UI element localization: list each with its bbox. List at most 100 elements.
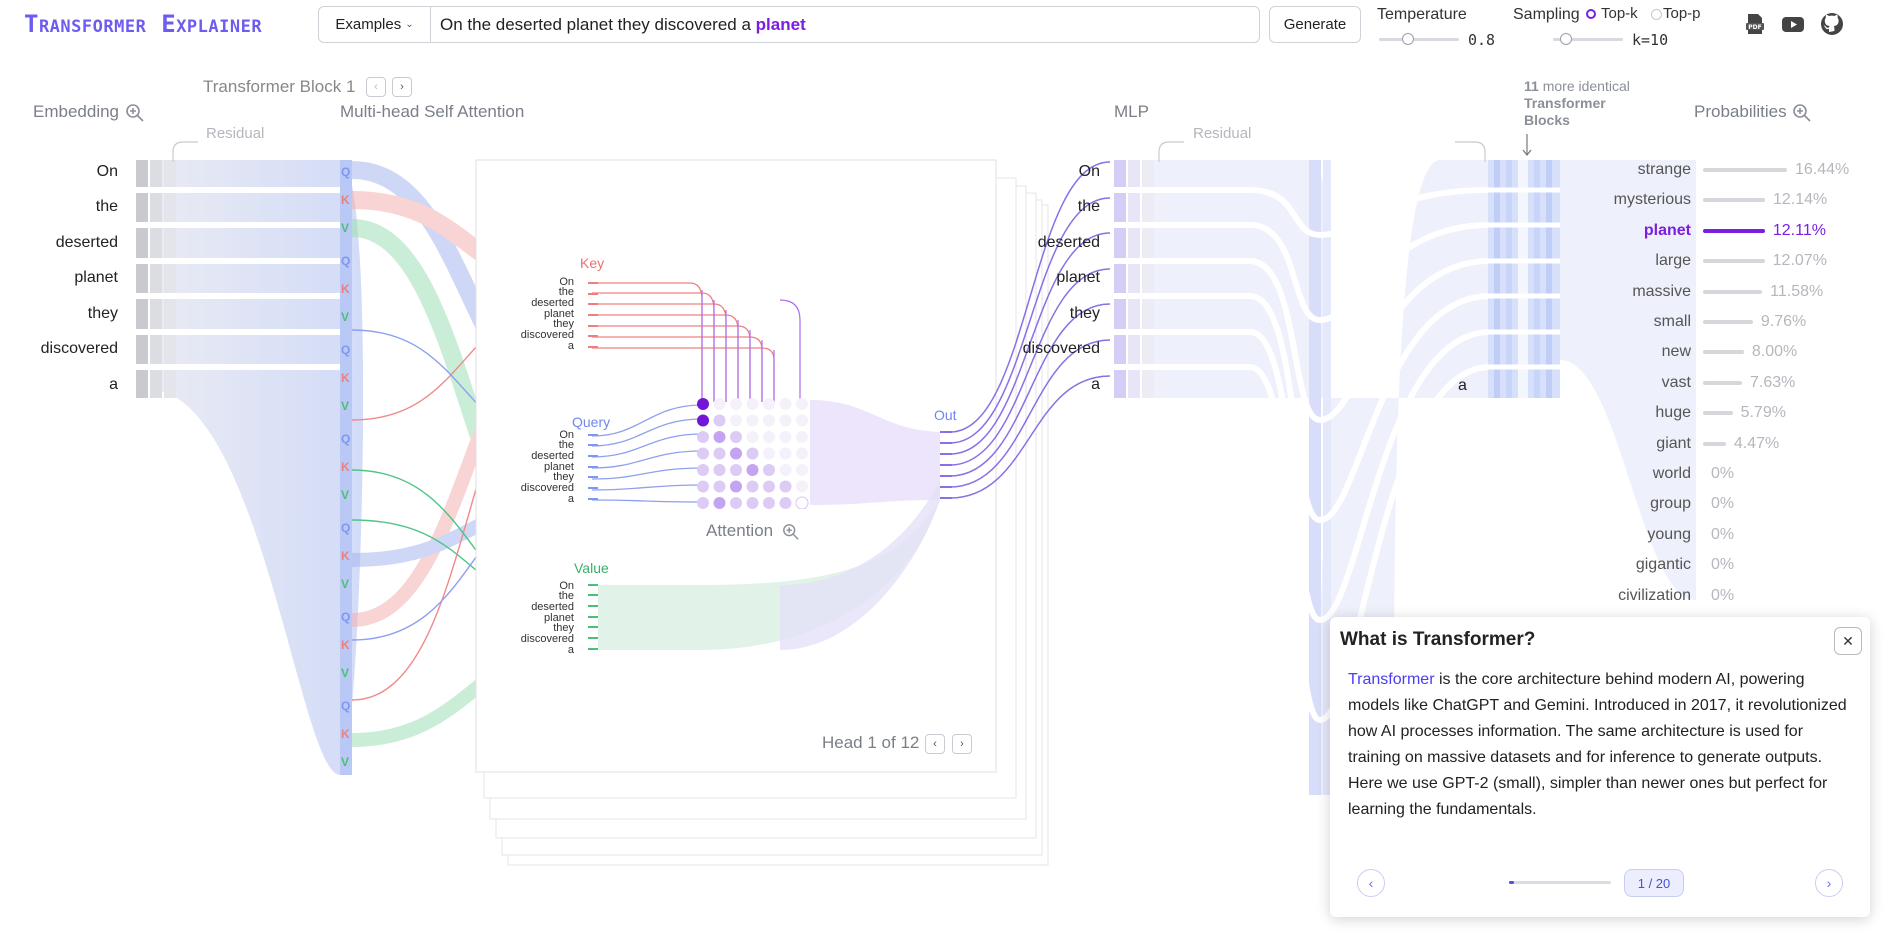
zoom-in-icon[interactable] bbox=[782, 523, 800, 541]
attention-cell[interactable] bbox=[763, 480, 775, 493]
token-3[interactable]: planet bbox=[8, 269, 118, 287]
probability-row[interactable]: vast 7.63% bbox=[1585, 372, 1796, 394]
prev-head-button[interactable]: ‹ bbox=[925, 734, 945, 754]
probability-row[interactable]: small 9.76% bbox=[1585, 311, 1807, 333]
probability-row[interactable]: strange 16.44% bbox=[1585, 159, 1850, 181]
attention-cell[interactable] bbox=[746, 464, 759, 476]
attention-cell[interactable] bbox=[796, 480, 808, 493]
next-step-button[interactable]: › bbox=[1815, 869, 1843, 897]
prev-step-button[interactable]: ‹ bbox=[1357, 869, 1385, 897]
attention-label[interactable]: Attention bbox=[706, 521, 773, 541]
attention-cell[interactable] bbox=[779, 464, 792, 476]
attention-cell[interactable] bbox=[713, 398, 726, 410]
last-block-token[interactable]: a bbox=[1458, 377, 1467, 395]
attention-cell[interactable] bbox=[713, 447, 726, 460]
attention-cell[interactable] bbox=[796, 431, 808, 443]
attention-cell[interactable] bbox=[779, 447, 792, 460]
attention-cell[interactable] bbox=[713, 464, 726, 476]
token-1[interactable]: the bbox=[8, 198, 118, 216]
attention-cell[interactable] bbox=[713, 431, 726, 443]
attention-cell[interactable] bbox=[697, 414, 709, 427]
attention-cell[interactable] bbox=[730, 398, 742, 410]
attention-cell[interactable] bbox=[779, 398, 792, 410]
probability-row[interactable]: massive 11.58% bbox=[1585, 281, 1823, 303]
attention-cell[interactable] bbox=[713, 414, 726, 427]
attention-cell[interactable] bbox=[746, 447, 759, 460]
attention-cell[interactable] bbox=[697, 447, 709, 460]
probability-row[interactable]: gigantic 0% bbox=[1585, 554, 1734, 576]
attention-cell[interactable] bbox=[796, 414, 808, 427]
q-label: Q bbox=[341, 699, 351, 713]
attention-cell[interactable] bbox=[730, 497, 742, 509]
probability-row[interactable]: young 0% bbox=[1585, 524, 1734, 546]
attention-cell[interactable] bbox=[730, 414, 742, 427]
v-label: V bbox=[341, 221, 350, 235]
probability-row[interactable]: mysterious 12.14% bbox=[1585, 189, 1828, 211]
attention-cell[interactable] bbox=[697, 497, 709, 509]
next-head-button[interactable]: › bbox=[952, 734, 972, 754]
mlp-token-6[interactable]: a bbox=[980, 376, 1100, 394]
attention-cell[interactable] bbox=[697, 431, 709, 443]
attention-cell[interactable] bbox=[763, 414, 775, 427]
probability-value: 12.07% bbox=[1772, 252, 1827, 270]
attention-matrix[interactable] bbox=[696, 397, 812, 509]
token-2[interactable]: deserted bbox=[8, 234, 118, 252]
probability-row[interactable]: new 8.00% bbox=[1585, 341, 1798, 363]
token-0[interactable]: On bbox=[8, 163, 118, 181]
attention-cell[interactable] bbox=[730, 480, 742, 493]
probability-row[interactable]: huge 5.79% bbox=[1585, 402, 1786, 424]
probability-row[interactable]: large 12.07% bbox=[1585, 250, 1827, 272]
attention-cell[interactable] bbox=[697, 464, 709, 476]
probability-word: vast bbox=[1661, 373, 1691, 391]
attention-cell[interactable] bbox=[763, 431, 775, 443]
attention-cell[interactable] bbox=[713, 497, 726, 509]
attention-cell[interactable] bbox=[796, 447, 808, 460]
info-panel: What is Transformer? Transformer is the … bbox=[1330, 617, 1870, 917]
panel-highlight-link[interactable]: Transformer bbox=[1348, 671, 1435, 688]
attention-cell[interactable] bbox=[746, 398, 759, 410]
close-icon[interactable]: ✕ bbox=[1834, 627, 1862, 655]
token-4[interactable]: they bbox=[8, 305, 118, 323]
attention-cell[interactable] bbox=[779, 414, 792, 427]
attention-cell[interactable] bbox=[779, 497, 792, 509]
attention-cell[interactable] bbox=[796, 398, 808, 410]
attention-cell[interactable] bbox=[763, 497, 775, 509]
attention-cell[interactable] bbox=[730, 447, 742, 460]
key-token: the bbox=[558, 286, 574, 298]
probability-row[interactable]: giant 4.47% bbox=[1585, 433, 1779, 455]
probability-row[interactable]: planet 12.11% bbox=[1585, 220, 1826, 242]
out-dashes bbox=[940, 431, 952, 499]
mlp-token-4[interactable]: they bbox=[980, 305, 1100, 323]
attention-cell[interactable] bbox=[779, 431, 792, 443]
probability-row[interactable]: world 0% bbox=[1585, 463, 1734, 485]
attention-cell[interactable] bbox=[697, 398, 709, 410]
probability-bar bbox=[1703, 198, 1766, 203]
attention-cell[interactable] bbox=[796, 464, 808, 476]
mlp-token-0[interactable]: On bbox=[980, 163, 1100, 181]
attention-cell[interactable] bbox=[779, 480, 792, 493]
attention-cell[interactable] bbox=[730, 431, 742, 443]
attention-cell[interactable] bbox=[746, 414, 759, 427]
attention-cell[interactable] bbox=[697, 480, 709, 493]
attention-cell[interactable] bbox=[746, 497, 759, 509]
attention-cell[interactable] bbox=[763, 398, 775, 410]
probability-row[interactable]: civilization 0% bbox=[1585, 585, 1734, 607]
token-6[interactable]: a bbox=[8, 376, 118, 394]
attention-cell[interactable] bbox=[746, 480, 759, 493]
mlp-token-2[interactable]: deserted bbox=[980, 234, 1100, 252]
mlp-token-1[interactable]: the bbox=[980, 198, 1100, 216]
probability-row[interactable]: group 0% bbox=[1585, 493, 1734, 515]
probability-word: world bbox=[1652, 465, 1691, 482]
token-5[interactable]: discovered bbox=[8, 340, 118, 358]
attention-cell[interactable] bbox=[763, 464, 775, 476]
attention-cell[interactable] bbox=[795, 496, 809, 509]
mlp-token-5[interactable]: discovered bbox=[980, 340, 1100, 358]
mlp-token-3[interactable]: planet bbox=[980, 269, 1100, 287]
probability-value: 8.00% bbox=[1751, 343, 1798, 361]
probability-word: young bbox=[1647, 525, 1691, 543]
attention-cell[interactable] bbox=[746, 431, 759, 443]
attention-cell[interactable] bbox=[763, 447, 775, 460]
probability-value: 0% bbox=[1711, 525, 1735, 543]
attention-cell[interactable] bbox=[713, 480, 726, 493]
attention-cell[interactable] bbox=[730, 464, 742, 476]
